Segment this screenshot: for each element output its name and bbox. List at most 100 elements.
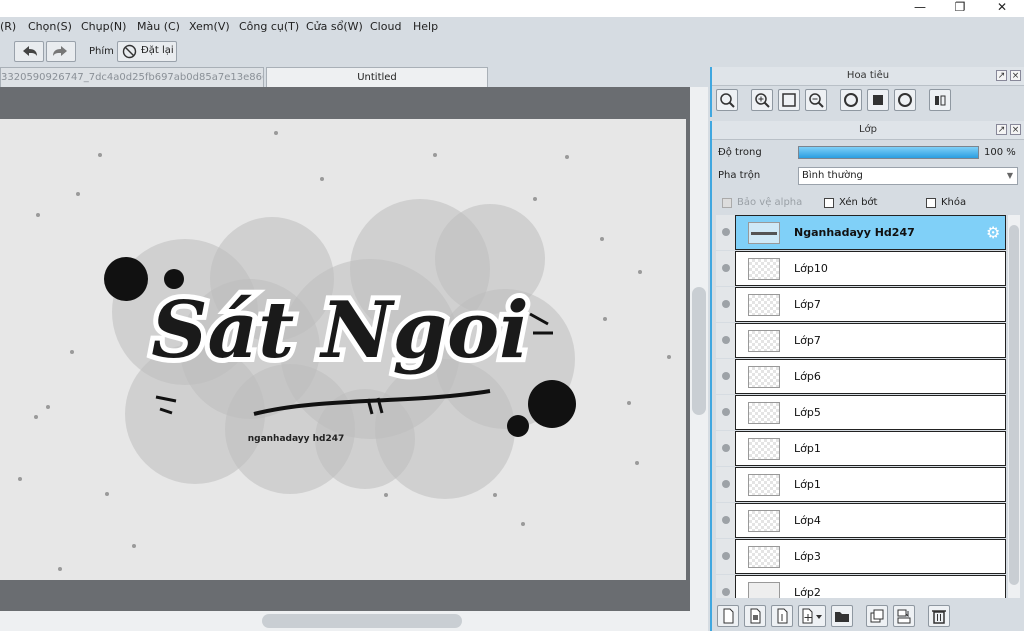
rotate-right-icon[interactable] [894,89,916,111]
layer-item[interactable]: Lớp5 [735,395,1006,430]
opacity-label: Độ trong [718,147,762,158]
vertical-scroll-thumb[interactable] [692,287,706,415]
layer-row[interactable]: Lớp2 [716,575,1006,598]
menu-item-select[interactable]: Chọn(S) [28,20,72,33]
new-text-layer-icon[interactable] [771,605,793,627]
canvas-vertical-scrollbar[interactable] [690,87,708,611]
visibility-icon[interactable] [722,336,730,344]
navigator-header: Hoa tiêu ↗ × [712,67,1024,86]
layer-thumbnail [748,330,780,352]
merge-down-icon[interactable] [893,605,915,627]
fit-screen-icon[interactable] [778,89,800,111]
menu-item-view[interactable]: Xem(V) [189,20,230,33]
layers-title: Lớp [858,124,878,135]
zoom-fit-icon[interactable] [716,89,738,111]
opacity-slider[interactable] [798,146,979,159]
menu-item-cloud[interactable]: Cloud [370,20,401,33]
layer-item[interactable]: Lớp6 [735,359,1006,394]
rotate-left-icon[interactable] [840,89,862,111]
close-icon[interactable]: ✕ [982,0,1022,17]
canvas-horizontal-scrollbar[interactable] [0,611,708,631]
layer-scroll-thumb[interactable] [1009,225,1019,585]
visibility-icon[interactable] [722,588,730,596]
layer-item[interactable]: Nganhadayy Hd247 ⚙ [735,215,1006,250]
visibility-icon[interactable] [722,408,730,416]
layer-item[interactable]: Lớp7 [735,287,1006,322]
undo-button[interactable] [14,41,44,62]
minimize-icon[interactable]: — [900,0,940,17]
layer-row[interactable]: Lớp7 [716,287,1006,322]
menu-item-capture[interactable]: Chụp(N) [81,20,126,33]
delete-icon[interactable] [928,605,950,627]
layer-list-scrollbar[interactable] [1008,215,1020,598]
redo-button[interactable] [46,41,76,62]
no-entry-icon [122,44,137,59]
panel-close-icon[interactable]: × [1010,124,1021,135]
blend-mode-select[interactable]: Bình thường ▼ [798,167,1018,185]
visibility-icon[interactable] [722,480,730,488]
menu-bar: (R) Chọn(S) Chụp(N) Màu (C) Xem(V) Công … [0,17,1024,38]
visibility-icon[interactable] [722,228,730,236]
duplicate-icon[interactable] [866,605,888,627]
layer-item[interactable]: Lớp2 [735,575,1006,598]
layer-row[interactable]: Lớp10 [716,251,1006,286]
visibility-icon[interactable] [722,300,730,308]
menu-item-help[interactable]: Help [413,20,438,33]
layer-row[interactable]: Lớp7 [716,323,1006,358]
menu-item-r[interactable]: (R) [0,20,16,33]
layer-row[interactable]: Lớp1 [716,467,1006,502]
layer-thumbnail [748,366,780,388]
layer-row[interactable]: Nganhadayy Hd247 ⚙ [716,215,1006,250]
reset-view-icon[interactable] [867,89,889,111]
title-bar: — ❐ ✕ [0,0,1024,17]
tab-untitled[interactable]: Untitled [266,67,488,87]
menu-item-window[interactable]: Cửa sổ(W) [306,20,363,33]
toolbar: Phím Đặt lại [0,38,710,67]
horizontal-scroll-thumb[interactable] [262,614,462,628]
layer-item[interactable]: Lớp1 [735,467,1006,502]
restore-icon[interactable]: ❐ [940,0,980,17]
new-layer-copy-icon[interactable] [744,605,766,627]
layer-row[interactable]: Lớp4 [716,503,1006,538]
layer-item[interactable]: Lớp7 [735,323,1006,358]
detach-icon[interactable]: ↗ [996,70,1007,81]
visibility-icon[interactable] [722,516,730,524]
layer-row[interactable]: Lớp3 [716,539,1006,574]
layer-actions-bar [712,601,1024,629]
visibility-cell [716,251,735,286]
layer-item[interactable]: Lớp4 [735,503,1006,538]
visibility-icon[interactable] [722,264,730,272]
zoom-out-icon[interactable] [805,89,827,111]
layer-thumbnail [748,258,780,280]
canvas-area[interactable]: Sát Ngoi nganhadayy hd247 [0,87,690,611]
zoom-in-icon[interactable] [751,89,773,111]
layer-thumbnail [748,294,780,316]
gear-icon[interactable]: ⚙ [986,223,1000,242]
add-menu-icon[interactable] [798,605,826,627]
menu-item-color[interactable]: Màu (C) [137,20,180,33]
visibility-icon[interactable] [722,372,730,380]
layer-item[interactable]: Lớp3 [735,539,1006,574]
layer-item[interactable]: Lớp10 [735,251,1006,286]
new-layer-icon[interactable] [717,605,739,627]
layer-row[interactable]: Lớp5 [716,395,1006,430]
layers-panel: Lớp ↗ × Độ trong 100 % Pha trộn Bình thư… [710,121,1024,631]
reset-button[interactable]: Đặt lại [117,41,177,62]
layer-item[interactable]: Lớp1 [735,431,1006,466]
flip-icon[interactable] [929,89,951,111]
visibility-icon[interactable] [722,444,730,452]
chevron-down-icon: ▼ [1006,171,1013,180]
visibility-icon[interactable] [722,552,730,560]
lock-checkbox[interactable] [926,198,936,208]
layer-row[interactable]: Lớp1 [716,431,1006,466]
clip-checkbox[interactable] [824,198,834,208]
menu-item-tools[interactable]: Công cụ(T) [239,20,299,33]
panel-close-icon[interactable]: × [1010,70,1021,81]
layer-row[interactable]: Lớp6 [716,359,1006,394]
shortcut-label: Phím [89,46,114,57]
canvas-paper[interactable]: Sát Ngoi nganhadayy hd247 [0,119,686,580]
protect-alpha-checkbox[interactable] [722,198,732,208]
detach-icon[interactable]: ↗ [996,124,1007,135]
folder-icon[interactable] [831,605,853,627]
tab-image-file[interactable]: 3320590926747_7dc4a0d25fb697ab0d85a7e13e… [0,67,264,87]
